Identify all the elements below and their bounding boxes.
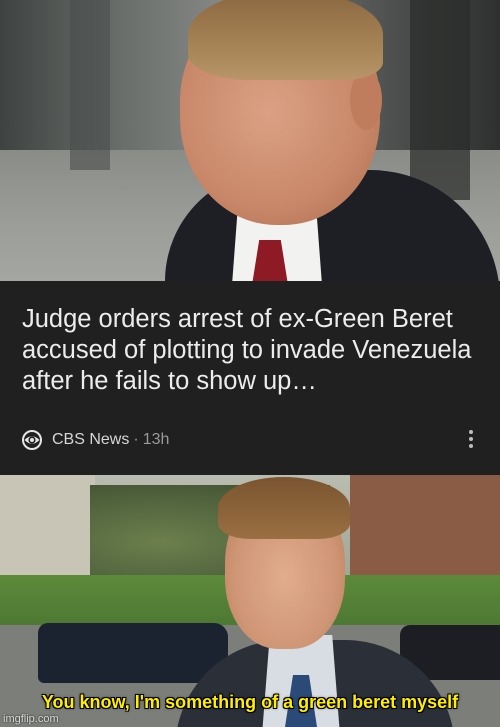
- news-timestamp: 13h: [142, 431, 170, 448]
- meme-photo: You know, I'm something of a green beret…: [0, 475, 500, 727]
- photo-background: [350, 475, 500, 575]
- person-hair: [188, 0, 383, 80]
- news-card[interactable]: Judge orders arrest of ex-Green Beret ac…: [0, 281, 500, 475]
- photo-background: [0, 475, 95, 590]
- more-vert-icon[interactable]: [468, 429, 474, 449]
- person-hair: [218, 477, 350, 539]
- news-headline[interactable]: Judge orders arrest of ex-Green Beret ac…: [22, 304, 482, 397]
- photo-background: [410, 0, 470, 200]
- meme-caption: You know, I'm something of a green beret…: [41, 692, 459, 712]
- news-photo[interactable]: [0, 0, 500, 281]
- cbs-eye-icon: [22, 430, 42, 450]
- photo-background: [70, 0, 110, 170]
- source-separator: ·: [133, 431, 139, 448]
- imgflip-watermark: imgflip.com: [3, 713, 59, 725]
- news-source-name[interactable]: CBS News: [52, 431, 129, 449]
- parked-car: [38, 623, 228, 683]
- news-source-row: CBS News · 13h: [22, 428, 169, 452]
